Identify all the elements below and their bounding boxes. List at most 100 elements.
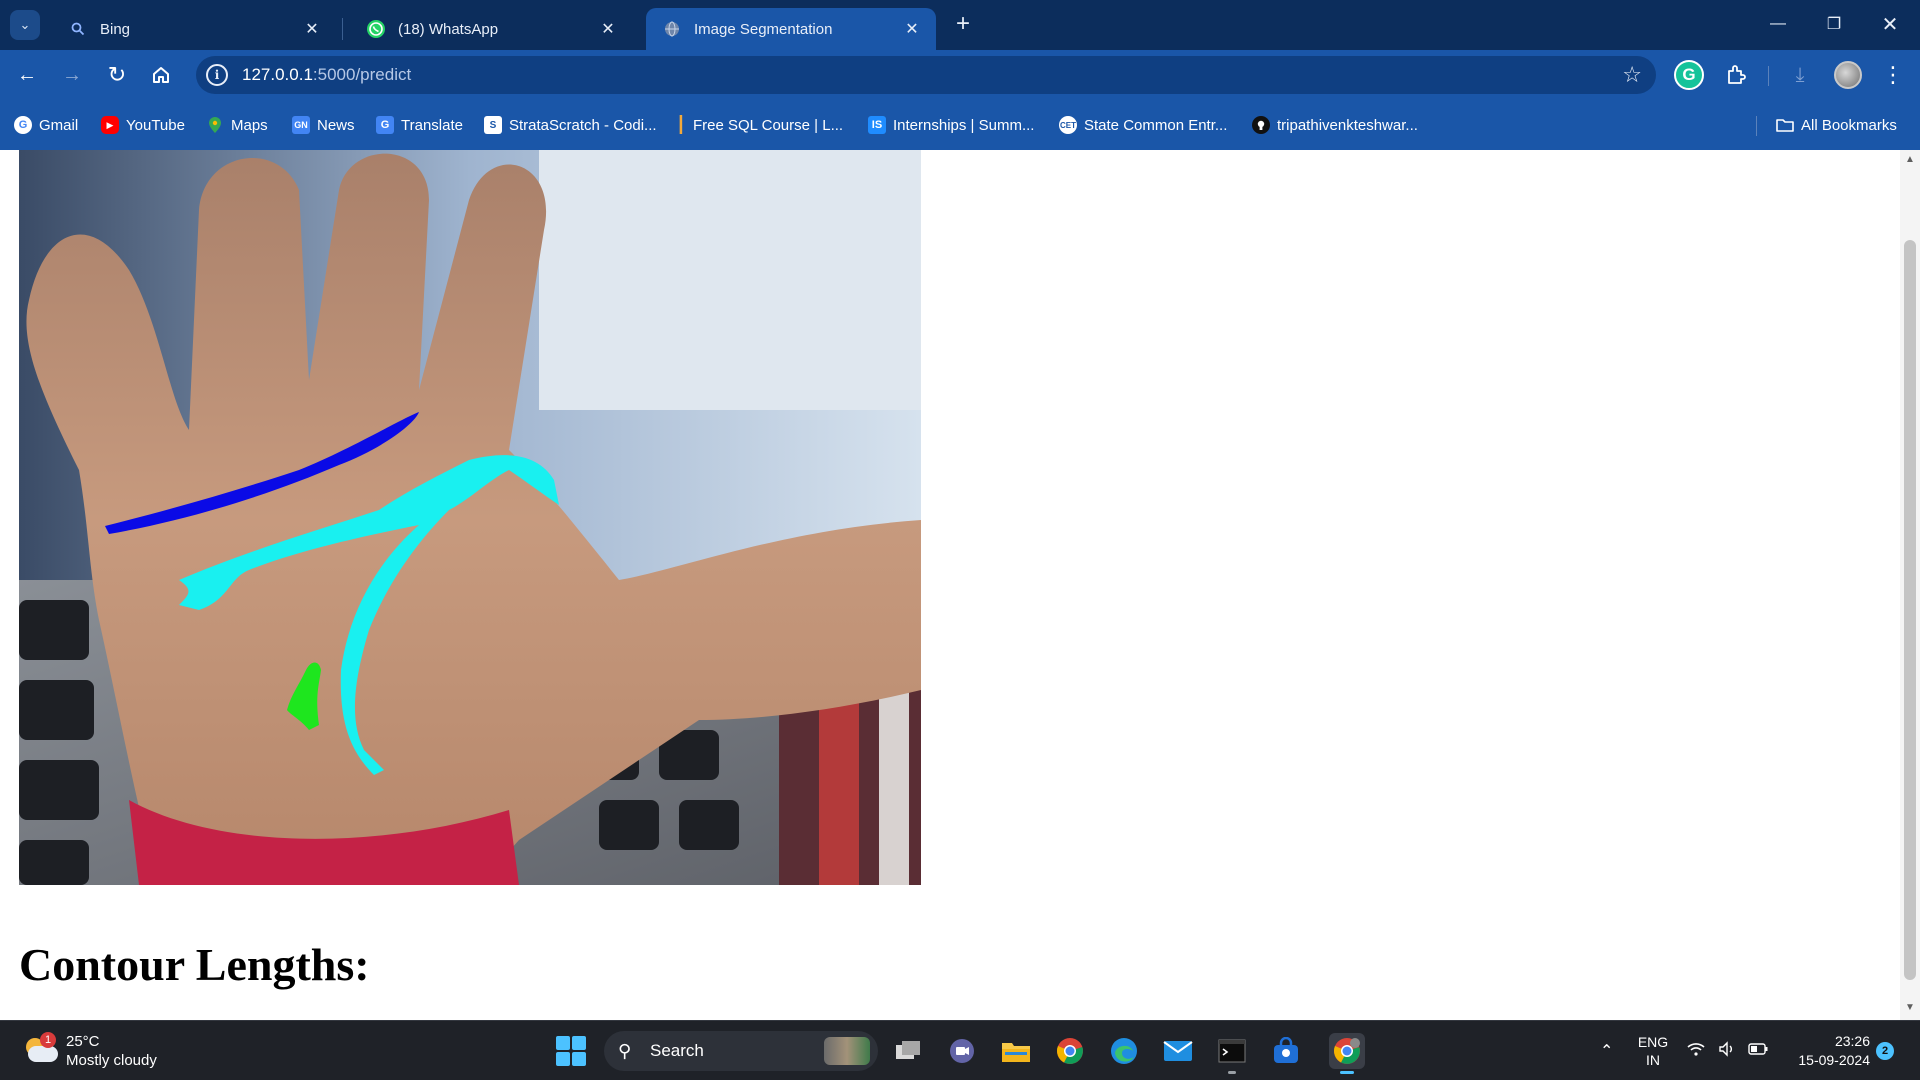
volume-icon[interactable] [1718,1040,1736,1062]
profile-avatar[interactable] [1834,61,1862,89]
all-bookmarks-button[interactable]: All Bookmarks [1776,113,1897,137]
bookmark-github[interactable]: tripathivenkteshwar... [1252,113,1418,137]
region-code: IN [1646,1052,1660,1068]
news-icon: GN [292,116,310,134]
close-icon[interactable]: ✕ [902,19,922,39]
fabric-stripe [879,670,909,885]
folder-icon [1776,116,1794,134]
tab-bing[interactable]: Bing ✕ [52,8,336,50]
search-icon [68,19,88,39]
file-manager-icon[interactable] [890,1033,926,1069]
contour-lengths-heading: Contour Lengths: [19,939,370,990]
weather-badge: 1 [40,1032,56,1048]
bookmark-gmail[interactable]: G Gmail [14,113,78,137]
url-text[interactable]: 127.0.0.1:5000/predict [242,65,411,85]
bookmark-label: Gmail [39,116,79,134]
show-hidden-icons-chevron-icon[interactable]: ⌃ [1600,1021,1613,1081]
new-tab-button[interactable]: + [950,12,976,38]
bookmark-maps[interactable]: Maps [206,113,268,137]
clock-date: 15-09-2024 [1798,1052,1870,1068]
windows-taskbar: 1 25°C Mostly cloudy ⚲ Search ⌃ ENG IN 2… [0,1020,1920,1080]
system-tray-icons[interactable] [1686,1021,1768,1081]
tab-title: Image Segmentation [694,20,833,38]
bookmark-star-icon[interactable]: ☆ [1622,62,1642,88]
bookmark-label: tripathivenkteshwar... [1277,116,1418,134]
extensions-icon[interactable] [1722,61,1750,89]
mail-icon[interactable] [1160,1033,1196,1069]
weather-widget[interactable]: 1 25°C Mostly cloudy [22,1030,157,1072]
wifi-icon[interactable] [1686,1041,1706,1062]
stratascratch-icon: S [484,116,502,134]
bookmark-internships[interactable]: IS Internships | Summ... [868,113,1034,137]
site-info-icon[interactable]: i [206,64,228,86]
bookmark-label: News [317,116,355,134]
store-icon[interactable] [1268,1033,1304,1069]
clock[interactable]: 23:26 15-09-2024 [1784,1021,1870,1081]
cet-icon: CET [1059,116,1077,134]
tab-title: Bing [100,20,131,38]
close-icon[interactable]: ✕ [598,19,618,39]
back-icon[interactable]: ← [12,60,42,90]
url-host: 127.0.0.1 [242,65,313,84]
browser-toolbar: ← → ↻ i 127.0.0.1:5000/predict ☆ G ⤓ ⋮ [0,50,1920,100]
page-viewport: Contour Lengths: [0,150,1900,1020]
search-label: Search [650,1041,704,1060]
home-icon[interactable] [146,60,176,90]
close-window-icon[interactable]: ✕ [1862,0,1918,48]
notification-badge[interactable]: 2 [1876,1042,1894,1060]
teams-meet-icon[interactable] [944,1033,980,1069]
bookmark-sql-course[interactable]: ┃ Free SQL Course | L... [676,113,843,137]
github-icon [1252,116,1270,134]
grammarly-extension-icon[interactable]: G [1674,60,1704,90]
taskbar-search[interactable]: ⚲ Search [604,1031,878,1071]
battery-icon[interactable] [1748,1042,1768,1060]
tab-image-segmentation[interactable]: Image Segmentation ✕ [646,8,936,50]
youtube-icon: ▶ [101,116,119,134]
minimize-icon[interactable]: — [1750,0,1806,48]
bookmark-state-cet[interactable]: CET State Common Entr... [1059,113,1227,137]
address-bar[interactable]: i 127.0.0.1:5000/predict ☆ [196,56,1656,94]
internshala-icon: IS [868,116,886,134]
weather-temperature: 25°C [66,1033,100,1050]
bookmark-translate[interactable]: G Translate [376,113,463,137]
bookmark-label: Internships | Summ... [893,116,1035,134]
language-code: ENG [1637,1034,1669,1050]
scroll-down-icon[interactable]: ▼ [1900,1002,1920,1016]
scroll-up-icon[interactable]: ▲ [1900,154,1920,168]
download-icon[interactable]: ⤓ [1786,61,1814,89]
close-icon[interactable]: ✕ [302,19,322,39]
tab-whatsapp[interactable]: (18) WhatsApp ✕ [350,8,632,50]
tab-divider [342,18,343,40]
chrome-icon[interactable] [1052,1033,1088,1069]
bookmark-label: State Common Entr... [1084,116,1228,134]
clock-time: 23:26 [1834,1033,1870,1049]
bookmarks-bar: G Gmail ▶ YouTube Maps GN News G Transla… [0,100,1920,150]
google-icon: G [14,116,32,134]
bookmark-label: StrataScratch - Codi... [509,116,657,134]
start-button[interactable] [556,1036,586,1066]
chrome-profile-icon[interactable] [1329,1033,1365,1074]
sql-course-icon: ┃ [676,117,686,134]
file-explorer-icon[interactable] [998,1033,1034,1069]
bookmark-label: YouTube [126,116,185,134]
cloudy-weather-icon: 1 [22,1032,58,1066]
language-indicator[interactable]: ENG IN [1636,1021,1670,1081]
terminal-icon[interactable] [1214,1033,1250,1074]
edge-icon[interactable] [1106,1033,1142,1069]
scroll-thumb[interactable] [1904,240,1916,980]
bookmark-label: Maps [231,116,268,134]
restore-icon[interactable]: ❐ [1806,0,1862,48]
maps-icon [206,116,224,134]
bookmark-stratascratch[interactable]: S StrataScratch - Codi... [484,113,657,137]
search-highlight-image [824,1037,870,1065]
page-scrollbar[interactable]: ▲ ▼ [1900,150,1920,1020]
bookmark-youtube[interactable]: ▶ YouTube [101,113,185,137]
tab-search-button[interactable]: ⌄ [10,10,40,40]
chevron-down-icon: ⌄ [19,17,31,32]
forward-icon[interactable]: → [57,60,87,90]
bookmark-news[interactable]: GN News [292,113,355,137]
more-menu-icon[interactable]: ⋮ [1880,61,1906,89]
translate-icon: G [376,116,394,134]
tab-strip: ⌄ Bing ✕ (18) WhatsApp ✕ Image Segmentat… [0,0,1920,50]
reload-icon[interactable]: ↻ [102,60,132,90]
